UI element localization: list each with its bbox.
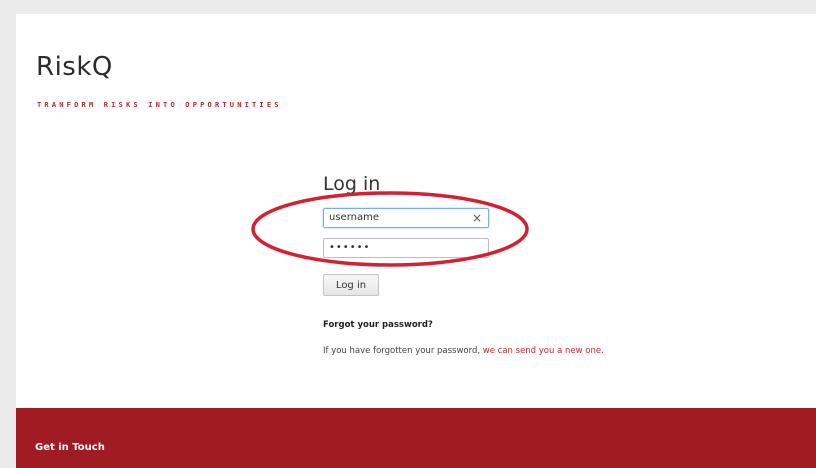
- password-input[interactable]: ••••••: [323, 238, 489, 258]
- login-heading: Log in: [323, 173, 381, 195]
- footer: Get in Touch: [16, 408, 816, 468]
- username-input[interactable]: username ×: [323, 208, 489, 228]
- forgot-password-heading: Forgot your password?: [323, 320, 433, 330]
- brand-tagline: TRANFORM RISKS INTO OPPORTUNITIES: [37, 101, 282, 109]
- page-container: RiskQ TRANFORM RISKS INTO OPPORTUNITIES …: [16, 14, 816, 468]
- brand-title: RiskQ: [36, 52, 113, 82]
- login-button[interactable]: Log in: [323, 274, 379, 296]
- forgot-password-text: If you have forgotten your password, we …: [323, 340, 653, 362]
- send-new-password-link[interactable]: we can send you a new one.: [483, 346, 604, 356]
- username-value: username: [329, 212, 379, 223]
- password-value: ••••••: [329, 242, 371, 253]
- footer-heading: Get in Touch: [35, 442, 105, 453]
- clear-icon[interactable]: ×: [472, 209, 482, 227]
- forgot-password-description: If you have forgotten your password,: [323, 346, 483, 356]
